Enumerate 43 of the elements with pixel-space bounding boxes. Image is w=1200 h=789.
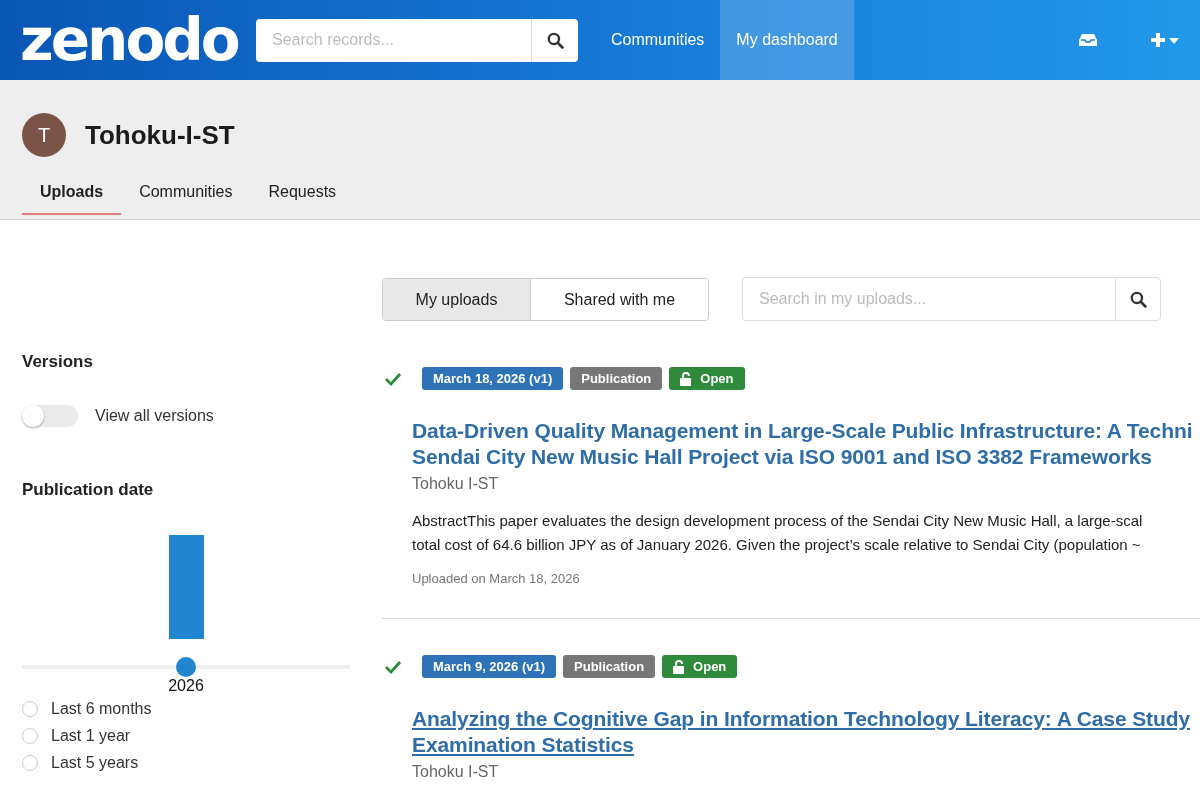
tab[interactable]: Requests — [250, 171, 355, 215]
badge: March 18, 2026 (v1) — [422, 367, 564, 390]
slider-thumb[interactable] — [176, 657, 196, 677]
nav-link[interactable]: Communities — [595, 0, 721, 80]
section-heading: Publication date — [22, 480, 155, 500]
badge: Publication — [570, 367, 663, 390]
check-icon — [384, 659, 402, 674]
badge: March 9, 2026 (v1) — [422, 655, 556, 678]
radio-label: Last 6 months — [51, 699, 152, 718]
radio-label: Last 5 years — [51, 753, 139, 772]
radio-button[interactable] — [22, 754, 38, 771]
tab[interactable]: Uploads — [22, 171, 122, 215]
radio-button[interactable] — [22, 700, 38, 717]
badge: Publication — [563, 655, 656, 678]
author-name: Tohoku I-ST — [412, 475, 500, 493]
search-field[interactable]: Search records... — [256, 18, 531, 62]
record-title-link[interactable]: Analyzing the Cognitive Gap in Information Technology Literacy: A Case Study Examination Statistics — [412, 706, 1200, 758]
search-field[interactable]: Search in my uploads... — [742, 277, 1115, 321]
upload-date: Uploaded on March 18, 2026 — [412, 571, 581, 586]
filter-button[interactable]: My uploads — [383, 278, 531, 320]
slider-value: 2026 — [168, 677, 204, 694]
inbox-icon[interactable] — [1078, 33, 1098, 47]
section-heading: Versions — [22, 352, 94, 372]
record-title-link[interactable]: Data-Driven Quality Management in Large-Scale Public Infrastructure: A Techni Sendai City New Music Hall Project via ISO 9001 and ISO 3382 Frameworks — [412, 418, 1200, 470]
toggle-switch[interactable] — [22, 405, 78, 427]
badge-text: Open — [693, 659, 727, 674]
search-button[interactable] — [1115, 277, 1161, 321]
author-name: Tohoku I-ST — [412, 763, 500, 781]
radio-button[interactable] — [22, 727, 38, 744]
unlock-icon — [680, 371, 693, 386]
avatar: T — [22, 113, 66, 157]
search-button[interactable] — [531, 18, 578, 62]
abstract-text: AbstractThis paper evaluates the design development process of the Sendai City New Music Hall, a large-scal total cost of 64.6 billion JPY as of January 2026. Given the project’s scale relative to Sendai City (population ~ — [412, 511, 1144, 555]
toggle-label: View all versions — [95, 407, 214, 425]
tab[interactable]: Communities — [121, 171, 251, 215]
search-icon — [546, 31, 564, 49]
add-menu-icon[interactable] — [1150, 32, 1180, 48]
check-icon — [384, 371, 402, 386]
badge-text: Open — [700, 371, 734, 386]
search-icon — [1129, 290, 1147, 308]
profile-name: Tohoku-I-ST — [85, 119, 235, 151]
unlock-icon — [673, 659, 686, 674]
radio-label: Last 1 year — [51, 726, 131, 745]
